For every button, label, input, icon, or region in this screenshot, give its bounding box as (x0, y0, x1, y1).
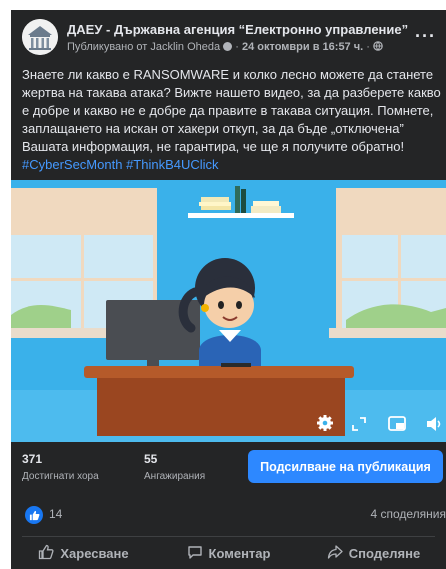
page-name[interactable]: ДАЕУ - Държавна агенция “Електронно упра… (67, 22, 408, 37)
video-player[interactable] (11, 180, 446, 442)
reaction-count[interactable]: 14 (49, 507, 62, 521)
gear-icon[interactable] (316, 414, 334, 432)
post-meta: Публикувано от Jacklin Oheda · 24 октомв… (67, 41, 383, 53)
miniplayer-icon[interactable] (388, 416, 406, 432)
expand-icon[interactable] (351, 416, 367, 432)
like-label: Харесване (60, 545, 129, 561)
video-frame (11, 180, 446, 442)
volume-icon[interactable] (425, 416, 443, 432)
published-by: Публикувано от Jacklin Oheda (67, 41, 221, 53)
comment-icon (187, 544, 203, 563)
info-icon (223, 42, 233, 51)
reactions-bar: 14 4 споделяния (11, 500, 446, 536)
post-body: Знаете ли какво е RANSOMWARE и колко лес… (22, 67, 441, 154)
boost-post-button[interactable]: Подсилване на публикация (248, 450, 443, 483)
more-options-button[interactable]: ··· (415, 26, 436, 47)
globe-icon (373, 41, 383, 53)
post-card: ДАЕУ - Държавна агенция “Електронно упра… (11, 10, 446, 569)
comment-button[interactable]: Коментар (156, 537, 301, 569)
share-button[interactable]: Споделяне (301, 537, 446, 569)
reach-label: Достигнати хора (22, 471, 99, 482)
share-count[interactable]: 4 споделяния (370, 507, 446, 521)
post-header: ДАЕУ - Държавна агенция “Електронно упра… (11, 10, 446, 66)
post-text: Знаете ли какво е RANSOMWARE и колко лес… (22, 66, 442, 174)
engagement-value: 55 (144, 452, 158, 466)
action-bar: Харесване Коментар Споделяне (11, 537, 446, 569)
engagement-label: Ангажирания (144, 471, 206, 482)
share-icon (327, 544, 343, 563)
reach-value: 371 (22, 452, 43, 466)
share-label: Споделяне (348, 545, 421, 561)
building-logo-icon (22, 19, 58, 55)
hashtag-thinkb4uclick[interactable]: #ThinkB4UClick (126, 157, 218, 172)
post-insights: 371 Достигнати хора 55 Ангажирания Подси… (11, 442, 446, 500)
post-date[interactable]: 24 октомври в 16:57 ч. (242, 41, 363, 53)
like-icon (38, 544, 54, 563)
page-avatar[interactable] (22, 19, 58, 55)
comment-label: Коментар (208, 545, 271, 561)
like-button[interactable]: Харесване (11, 537, 156, 569)
thumbs-up-icon[interactable] (25, 506, 43, 524)
hashtag-cybersecmonth[interactable]: #CyberSecMonth (22, 157, 122, 172)
